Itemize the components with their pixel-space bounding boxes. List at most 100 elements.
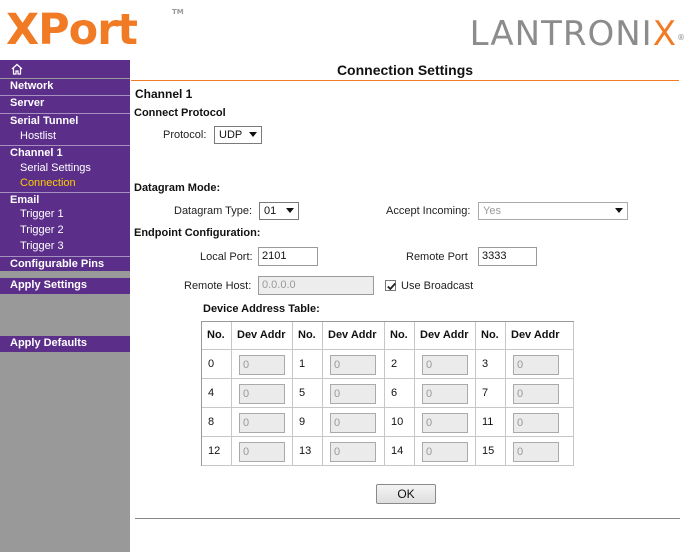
dev-addr-input[interactable]: 0 <box>330 355 376 375</box>
table-cell-no: 3 <box>476 350 506 379</box>
table-cell-no: 10 <box>385 408 415 437</box>
table-cell-dev-addr: 0 <box>232 350 293 379</box>
dev-addr-input[interactable]: 0 <box>513 355 559 375</box>
col-header-dev-addr: Dev Addr <box>511 329 560 341</box>
bottom-divider <box>135 518 680 519</box>
dev-addr-input[interactable]: 0 <box>422 413 468 433</box>
dev-addr-input[interactable]: 0 <box>422 355 468 375</box>
sidebar-item-trigger-2[interactable]: Trigger 2 <box>0 223 130 238</box>
table-cell-dev-addr: 0 <box>323 437 385 466</box>
trademark-mark: TM <box>172 8 184 16</box>
dev-addr-input[interactable]: 0 <box>330 413 376 433</box>
datagram-type-select-value: 01 <box>264 205 277 217</box>
table-header-cell: No. <box>476 322 506 350</box>
accept-incoming-label: Accept Incoming: <box>386 205 471 217</box>
home-icon[interactable] <box>10 62 24 76</box>
page-title: Connection Settings <box>131 60 679 81</box>
sidebar-item-serial-settings[interactable]: Serial Settings <box>0 161 130 176</box>
dev-addr-input[interactable]: 0 <box>513 442 559 462</box>
dev-addr-input[interactable]: 0 <box>513 384 559 404</box>
table-cell-no: 9 <box>293 408 323 437</box>
table-cell-dev-addr: 0 <box>232 379 293 408</box>
remote-host-label: Remote Host: <box>184 280 252 292</box>
dev-addr-input[interactable]: 0 <box>422 384 468 404</box>
local-port-label: Local Port: <box>200 251 253 263</box>
dev-addr-input[interactable]: 0 <box>239 355 285 375</box>
table-cell-no: 8 <box>202 408 232 437</box>
table-cell-no: 6 <box>385 379 415 408</box>
protocol-select[interactable]: UDP <box>214 126 262 144</box>
sidebar: Network Server Serial Tunnel Hostlist Ch… <box>0 60 130 552</box>
table-cell-no: 15 <box>476 437 506 466</box>
table-header-cell: No. <box>293 322 323 350</box>
table-cell-dev-addr: 0 <box>415 350 476 379</box>
protocol-select-value: UDP <box>219 129 243 141</box>
table-cell-no: 7 <box>476 379 506 408</box>
sidebar-item-trigger-3[interactable]: Trigger 3 <box>0 239 130 254</box>
dev-addr-input[interactable]: 0 <box>513 413 559 433</box>
table-cell-no: 0 <box>202 350 232 379</box>
sidebar-item-trigger-1[interactable]: Trigger 1 <box>0 207 130 222</box>
sidebar-item-email[interactable]: Email <box>0 192 130 207</box>
sidebar-item-connection[interactable]: Connection <box>0 176 130 191</box>
device-number: 8 <box>208 416 215 428</box>
table-header-cell: No. <box>202 322 232 350</box>
accept-incoming-select[interactable]: Yes <box>478 202 628 220</box>
dev-addr-input[interactable]: 0 <box>239 384 285 404</box>
checkmark-icon <box>387 282 396 291</box>
connect-protocol-heading: Connect Protocol <box>134 107 226 119</box>
table-cell-dev-addr: 0 <box>506 350 574 379</box>
use-broadcast-checkbox[interactable] <box>385 280 396 291</box>
remote-host-input[interactable]: 0.0.0.0 <box>258 276 374 295</box>
dropdown-arrow-icon <box>286 208 294 213</box>
remote-port-input[interactable]: 3333 <box>478 247 537 266</box>
device-number: 14 <box>391 445 404 457</box>
table-cell-no: 12 <box>202 437 232 466</box>
table-cell-dev-addr: 0 <box>323 350 385 379</box>
accept-incoming-select-value: Yes <box>483 205 501 217</box>
home-link[interactable] <box>0 60 130 78</box>
dev-addr-input[interactable]: 0 <box>239 413 285 433</box>
sidebar-item-hostlist[interactable]: Hostlist <box>0 129 130 144</box>
lantronix-logo: LANTRONIX® <box>470 14 686 54</box>
dev-addr-input[interactable]: 0 <box>330 442 376 462</box>
device-number: 12 <box>208 445 221 457</box>
dev-addr-input[interactable]: 0 <box>422 442 468 462</box>
xport-logo: XPort TM <box>6 5 184 55</box>
table-cell-dev-addr: 0 <box>415 379 476 408</box>
sidebar-item-configurable-pins[interactable]: Configurable Pins <box>0 256 130 271</box>
sidebar-item-apply-settings[interactable]: Apply Settings <box>0 278 130 293</box>
dropdown-arrow-icon <box>249 132 257 137</box>
table-cell-dev-addr: 0 <box>415 437 476 466</box>
table-cell-dev-addr: 0 <box>506 437 574 466</box>
device-number: 13 <box>299 445 312 457</box>
xport-logo-text: XPort <box>6 5 138 55</box>
sidebar-item-apply-defaults[interactable]: Apply Defaults <box>0 336 130 351</box>
lantronix-logo-x: X <box>652 14 677 54</box>
dev-addr-input[interactable]: 0 <box>330 384 376 404</box>
endpoint-config-heading: Endpoint Configuration: <box>134 227 261 239</box>
col-header-no: No. <box>207 329 225 341</box>
device-address-table: No. Dev Addr No. Dev Addr No. Dev Addr No. Dev … <box>201 321 574 466</box>
device-number: 3 <box>482 358 489 370</box>
lantronix-logo-main: LANTRONI <box>469 14 653 54</box>
sidebar-item-server[interactable]: Server <box>0 95 130 110</box>
dev-addr-input[interactable]: 0 <box>239 442 285 462</box>
device-number: 10 <box>391 416 404 428</box>
col-header-no: No. <box>481 329 499 341</box>
table-cell-no: 4 <box>202 379 232 408</box>
table-cell-dev-addr: 0 <box>415 408 476 437</box>
table-header-cell: Dev Addr <box>232 322 293 350</box>
ok-button[interactable]: OK <box>376 484 436 504</box>
local-port-input[interactable]: 2101 <box>258 247 318 266</box>
table-header-cell: Dev Addr <box>415 322 476 350</box>
table-cell-no: 14 <box>385 437 415 466</box>
device-number: 6 <box>391 387 398 399</box>
col-header-no: No. <box>390 329 408 341</box>
sidebar-item-serial-tunnel[interactable]: Serial Tunnel <box>0 113 130 128</box>
sidebar-item-network[interactable]: Network <box>0 79 130 94</box>
datagram-type-select[interactable]: 01 <box>259 202 299 220</box>
sidebar-item-channel-1[interactable]: Channel 1 <box>0 145 130 160</box>
table-cell-dev-addr: 0 <box>232 437 293 466</box>
device-number: 2 <box>391 358 398 370</box>
